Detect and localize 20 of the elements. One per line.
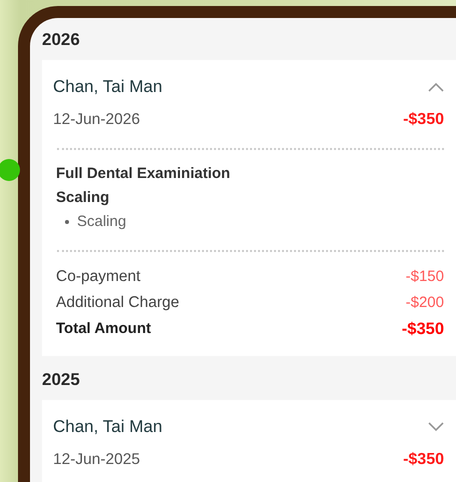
chevron-up-icon[interactable] bbox=[428, 82, 444, 92]
amount: -$350 bbox=[403, 450, 444, 470]
charge-label: Co-payment bbox=[56, 266, 140, 287]
year-heading: 2025 bbox=[42, 370, 81, 390]
patient-name: Chan, Tai Man bbox=[53, 76, 162, 98]
total-amount: -$350 bbox=[402, 318, 444, 340]
chevron-down-icon[interactable] bbox=[428, 422, 444, 432]
visit-date: 12-Jun-2026 bbox=[53, 110, 140, 130]
charge-label: Additional Charge bbox=[56, 292, 180, 313]
service-item: Scaling bbox=[77, 212, 126, 232]
year-heading: 2026 bbox=[42, 30, 81, 50]
service-title: Scaling bbox=[56, 188, 110, 208]
patient-name: Chan, Tai Man bbox=[53, 416, 162, 438]
visit-date: 12-Jun-2025 bbox=[53, 450, 140, 470]
total-label: Total Amount bbox=[56, 318, 151, 339]
amount: -$350 bbox=[403, 110, 444, 130]
charge-amount: -$200 bbox=[406, 292, 444, 313]
charge-amount: -$150 bbox=[406, 266, 444, 287]
bullet-icon bbox=[65, 220, 69, 224]
service-title: Full Dental Examiniation bbox=[56, 164, 232, 184]
